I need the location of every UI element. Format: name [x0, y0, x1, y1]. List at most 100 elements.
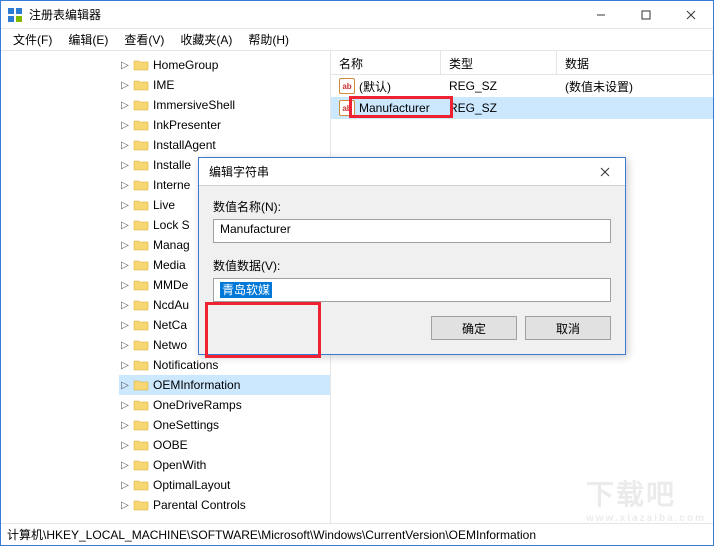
chevron-right-icon[interactable]: ▷ [119, 60, 131, 71]
chevron-right-icon[interactable]: ▷ [119, 500, 131, 511]
tree-item-label: Lock S [153, 218, 190, 232]
dialog-title: 编辑字符串 [209, 163, 585, 180]
tree-item-label: ImmersiveShell [153, 98, 235, 112]
chevron-right-icon[interactable]: ▷ [119, 220, 131, 231]
tree-item[interactable]: ▷IME [119, 75, 330, 95]
statusbar: 计算机\HKEY_LOCAL_MACHINE\SOFTWARE\Microsof… [1, 523, 713, 545]
col-header-data[interactable]: 数据 [557, 51, 713, 74]
folder-icon [133, 418, 149, 432]
chevron-right-icon[interactable]: ▷ [119, 360, 131, 371]
minimize-button[interactable] [578, 1, 623, 29]
window-title: 注册表编辑器 [29, 6, 578, 23]
tree-item[interactable]: ▷ HomeGroup [119, 55, 330, 75]
value-type: REG_SZ [441, 101, 557, 115]
chevron-right-icon[interactable]: ▷ [119, 320, 131, 331]
folder-icon [133, 98, 149, 112]
tree-item-label: HomeGroup [153, 58, 218, 72]
folder-icon [133, 218, 149, 232]
list-row[interactable]: abManufacturerREG_SZ [331, 97, 713, 119]
maximize-button[interactable] [623, 1, 668, 29]
dialog-close-button[interactable] [585, 158, 625, 186]
list-row[interactable]: ab(默认)REG_SZ(数值未设置) [331, 75, 713, 97]
tree-item[interactable]: ▷ OpenWith [119, 455, 330, 475]
chevron-right-icon[interactable]: ▷ [119, 380, 131, 391]
chevron-right-icon[interactable]: ▷ [119, 400, 131, 411]
chevron-right-icon[interactable]: ▷ [119, 420, 131, 431]
tree-item-label: OpenWith [153, 458, 206, 472]
col-header-type[interactable]: 类型 [441, 51, 557, 74]
dialog-body: 数值名称(N): Manufacturer 数值数据(V): 青岛软媒 确定 取… [199, 186, 625, 354]
tree-item-label: Parental Controls [153, 498, 246, 512]
name-label: 数值名称(N): [213, 198, 611, 215]
string-value-icon: ab [339, 100, 355, 116]
menu-view[interactable]: 查看(V) [116, 29, 172, 50]
menu-favorites[interactable]: 收藏夹(A) [172, 29, 240, 50]
folder-icon [133, 238, 149, 252]
chevron-right-icon[interactable]: ▷ [119, 240, 131, 251]
col-header-name[interactable]: 名称 [331, 51, 441, 74]
tree-item[interactable]: ▷ InstallAgent [119, 135, 330, 155]
tree-item[interactable]: ▷ Notifications [119, 355, 330, 375]
tree-item[interactable]: ▷OOBE [119, 435, 330, 455]
ok-button[interactable]: 确定 [431, 316, 517, 340]
chevron-right-icon[interactable]: ▷ [119, 140, 131, 151]
tree-item-label: OneSettings [153, 418, 219, 432]
folder-icon [133, 158, 149, 172]
tree-item[interactable]: ▷ ImmersiveShell [119, 95, 330, 115]
menu-help[interactable]: 帮助(H) [240, 29, 297, 50]
chevron-right-icon[interactable]: ▷ [119, 280, 131, 291]
tree-item[interactable]: ▷ OneSettings [119, 415, 330, 435]
tree-item-label: NetCa [153, 318, 187, 332]
folder-icon [133, 278, 149, 292]
chevron-right-icon[interactable]: ▷ [119, 160, 131, 171]
titlebar: 注册表编辑器 [1, 1, 713, 29]
tree-item-label: InstallAgent [153, 138, 216, 152]
tree-item-label: OneDriveRamps [153, 398, 242, 412]
folder-icon [133, 458, 149, 472]
tree-item[interactable]: ▷ InkPresenter [119, 115, 330, 135]
tree-item[interactable]: ▷ OneDriveRamps [119, 395, 330, 415]
folder-icon [133, 58, 149, 72]
chevron-right-icon[interactable]: ▷ [119, 340, 131, 351]
tree-item-label: Notifications [153, 358, 218, 372]
chevron-right-icon[interactable]: ▷ [119, 460, 131, 471]
tree-item-label: Netwo [153, 338, 187, 352]
chevron-right-icon[interactable]: ▷ [119, 480, 131, 491]
chevron-right-icon[interactable]: ▷ [119, 100, 131, 111]
tree-item[interactable]: ▷ Parental Controls [119, 495, 330, 515]
folder-icon [133, 118, 149, 132]
tree-item[interactable]: ▷ OEMInformation [119, 375, 330, 395]
data-input[interactable]: 青岛软媒 [213, 278, 611, 302]
tree-item-label: NcdAu [153, 298, 189, 312]
chevron-right-icon[interactable]: ▷ [119, 120, 131, 131]
menu-file[interactable]: 文件(F) [5, 29, 60, 50]
chevron-right-icon[interactable]: ▷ [119, 80, 131, 91]
folder-icon [133, 298, 149, 312]
tree-item-label: Live [153, 198, 175, 212]
name-input[interactable]: Manufacturer [213, 219, 611, 243]
folder-icon [133, 318, 149, 332]
string-value-icon: ab [339, 78, 355, 94]
folder-icon [133, 378, 149, 392]
tree-item[interactable]: ▷OptimalLayout [119, 475, 330, 495]
chevron-right-icon[interactable]: ▷ [119, 300, 131, 311]
tree-item-label: OEMInformation [153, 378, 240, 392]
edit-string-dialog: 编辑字符串 数值名称(N): Manufacturer 数值数据(V): 青岛软… [198, 157, 626, 355]
app-icon [7, 7, 23, 23]
chevron-right-icon[interactable]: ▷ [119, 200, 131, 211]
cancel-button[interactable]: 取消 [525, 316, 611, 340]
folder-icon [133, 358, 149, 372]
chevron-right-icon[interactable]: ▷ [119, 440, 131, 451]
chevron-right-icon[interactable]: ▷ [119, 180, 131, 191]
tree-item-label: InkPresenter [153, 118, 221, 132]
value-name: (默认) [359, 78, 391, 95]
chevron-right-icon[interactable]: ▷ [119, 260, 131, 271]
folder-icon [133, 478, 149, 492]
menu-edit[interactable]: 编辑(E) [60, 29, 116, 50]
value-data: (数值未设置) [557, 78, 713, 95]
tree-item-label: Media [153, 258, 186, 272]
close-button[interactable] [668, 1, 713, 29]
data-label: 数值数据(V): [213, 257, 611, 274]
dialog-titlebar[interactable]: 编辑字符串 [199, 158, 625, 186]
folder-icon [133, 398, 149, 412]
